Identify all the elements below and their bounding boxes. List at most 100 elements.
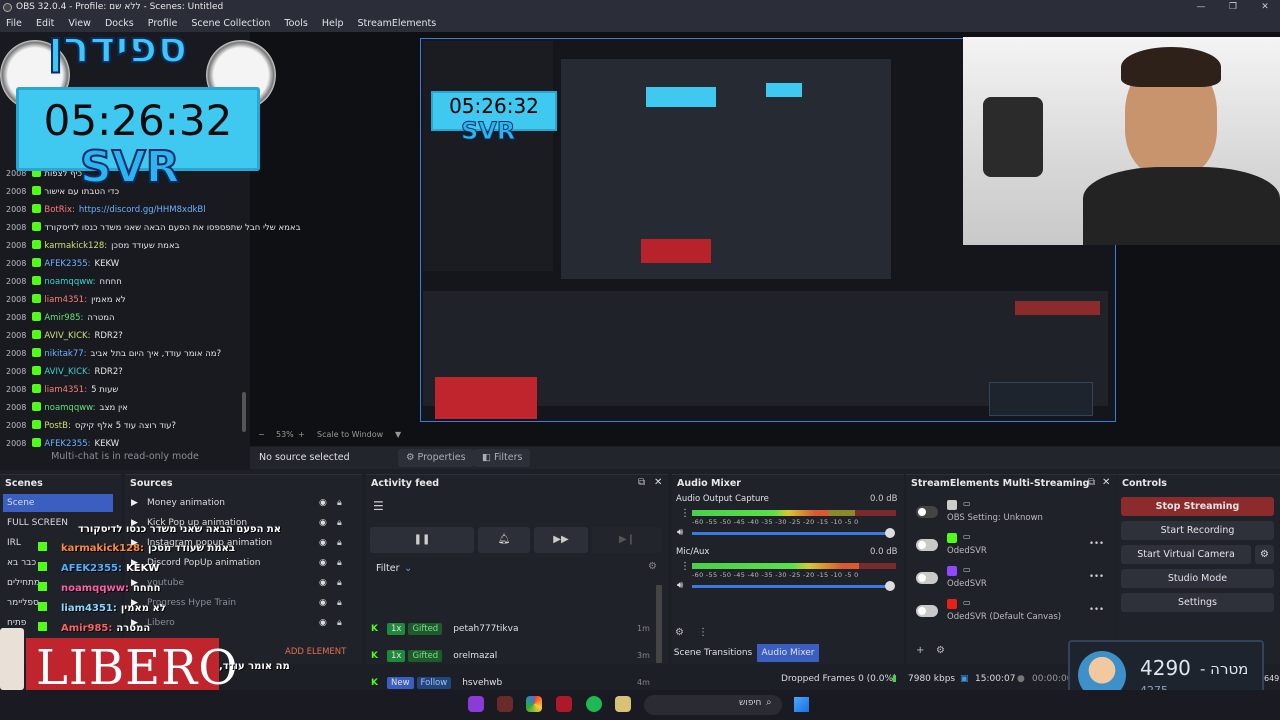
visibility-eye-icon[interactable]: ◉	[319, 494, 327, 512]
chat-user[interactable]: noamqqww:	[44, 403, 95, 413]
file-explorer-icon[interactable]	[615, 696, 631, 712]
mixer-more-icon[interactable]: ⋮	[698, 627, 708, 638]
chat-user[interactable]: liam4351:	[44, 385, 87, 395]
skip-button[interactable]: ▶▶	[534, 527, 588, 553]
filter-label[interactable]: Filter	[376, 563, 400, 574]
visibility-eye-icon[interactable]: ◉	[319, 574, 327, 592]
source-item[interactable]: ▶ Money animation ◉ 🔒︎	[131, 494, 359, 512]
destination-menu-icon[interactable]: •••	[1089, 572, 1104, 582]
activity-close-icon[interactable]: ✕	[654, 477, 662, 488]
close-button[interactable]: ✕	[1250, 0, 1280, 15]
windows-start-icon[interactable]	[794, 697, 809, 712]
menu-icon[interactable]: ☰	[373, 499, 384, 513]
add-element-button[interactable]: ADD ELEMENT	[285, 647, 346, 657]
tab-audio-mixer[interactable]: Audio Mixer	[757, 644, 819, 662]
menu-help[interactable]: Help	[322, 18, 344, 29]
multistream-float-icon[interactable]: ⧉	[1088, 477, 1095, 488]
start-recording-button[interactable]: Start Recording	[1121, 521, 1274, 540]
visibility-eye-icon[interactable]: ◉	[319, 534, 327, 552]
start-virtual-camera-button[interactable]: Start Virtual Camera	[1121, 545, 1251, 564]
chat-user[interactable]: AVIV_KICK:	[44, 367, 90, 377]
chat-user[interactable]: liam4351:	[44, 295, 87, 305]
mixer-track-name: Mic/Aux	[676, 547, 710, 557]
activity-scrollbar[interactable]	[656, 585, 662, 663]
lock-icon[interactable]: 🔒︎	[337, 514, 342, 532]
chrome-icon[interactable]	[526, 696, 542, 712]
multistream-settings-icon[interactable]: ⚙	[936, 645, 945, 656]
obs-taskbar-icon[interactable]	[497, 696, 513, 712]
settings-icon[interactable]: ⚙	[648, 561, 657, 572]
zoom-plus-icon[interactable]: +	[298, 428, 305, 442]
chat-user[interactable]: karmakick128:	[44, 241, 107, 251]
add-destination-icon[interactable]: +	[916, 645, 924, 656]
speaker-icon[interactable]: 🔊︎	[677, 580, 683, 591]
speaker-icon[interactable]: 🔊︎	[677, 527, 683, 538]
chat-scrollbar[interactable]	[242, 392, 246, 432]
overlay-chat-text: באמת שעודד מסכן	[148, 543, 236, 554]
volume-slider-knob[interactable]	[885, 528, 895, 538]
chat-user[interactable]: nikitak77:	[44, 349, 86, 359]
menu-scene-collection[interactable]: Scene Collection	[191, 18, 270, 29]
chat-user[interactable]: AVIV_KICK:	[44, 331, 90, 341]
stop-streaming-button[interactable]: Stop Streaming	[1121, 497, 1274, 516]
chat-user[interactable]: PostB:	[44, 421, 70, 431]
chat-user[interactable]: Amir985:	[44, 313, 83, 323]
settings-button[interactable]: Settings	[1121, 593, 1274, 612]
chat-user[interactable]: BotRix:	[44, 205, 75, 215]
filters-button[interactable]: ◧ Filters	[474, 449, 531, 467]
twitch-icon[interactable]	[468, 696, 484, 712]
lock-icon[interactable]: 🔒︎	[337, 574, 342, 592]
scene-item[interactable]: Scene	[3, 494, 113, 512]
scale-mode[interactable]: Scale to Window	[317, 428, 383, 442]
chat-user[interactable]: AFEK2355:	[44, 259, 90, 269]
multistream-close-icon[interactable]: ✕	[1102, 477, 1110, 488]
menu-streamelements[interactable]: StreamElements	[358, 18, 437, 29]
destination-toggle[interactable]	[916, 506, 938, 518]
volume-slider-knob[interactable]	[885, 581, 895, 591]
source-item[interactable]: ▶ youtube ◉ 🔒︎	[131, 574, 359, 592]
scale-dropdown-icon[interactable]: ▼	[395, 428, 401, 442]
destination-toggle[interactable]	[916, 605, 938, 617]
destination-toggle[interactable]	[916, 572, 938, 584]
skip-end-button[interactable]: ▶❙	[592, 527, 662, 553]
pause-button[interactable]: ❚❚	[370, 527, 474, 553]
lock-icon[interactable]: 🔒︎	[337, 554, 342, 572]
visibility-eye-icon[interactable]: ◉	[319, 514, 327, 532]
lock-icon[interactable]: 🔒︎	[337, 494, 342, 512]
destination-menu-icon[interactable]: •••	[1089, 605, 1104, 615]
chat-user[interactable]: noamqqww:	[44, 277, 95, 287]
kick-icon: K	[371, 624, 378, 634]
activity-row[interactable]: K 1x Gifted orelmazal 3m	[371, 643, 656, 669]
zoom-minus-icon[interactable]: −	[258, 428, 265, 442]
taskbar-search[interactable]: חיפוש ⌕	[644, 695, 782, 715]
track-menu-icon[interactable]: ⋮	[680, 508, 690, 519]
menu-file[interactable]: File	[6, 18, 22, 29]
source-item[interactable]: ▶ Libero ◉ 🔒︎	[131, 614, 359, 632]
activity-row[interactable]: K 1x Gifted petah777tikva 1m	[371, 616, 656, 642]
maximize-button[interactable]: ❐	[1218, 0, 1248, 15]
app-icon[interactable]	[556, 696, 572, 712]
tab-scene-transitions[interactable]: Scene Transitions	[672, 644, 754, 662]
spotify-icon[interactable]	[586, 696, 602, 712]
mixer-settings-icon[interactable]: ⚙	[675, 627, 684, 638]
lock-icon[interactable]: 🔒︎	[337, 594, 342, 612]
visibility-eye-icon[interactable]: ◉	[319, 614, 327, 632]
lock-icon[interactable]: 🔒︎	[337, 614, 342, 632]
destination-toggle[interactable]	[916, 539, 938, 551]
visibility-eye-icon[interactable]: ◉	[319, 554, 327, 572]
properties-button[interactable]: ⚙ Properties	[398, 449, 474, 467]
virtual-camera-settings-icon[interactable]: ⚙	[1255, 545, 1274, 564]
volume-slider[interactable]	[692, 532, 892, 535]
visibility-eye-icon[interactable]: ◉	[319, 594, 327, 612]
volume-slider[interactable]	[692, 585, 892, 588]
studio-mode-button[interactable]: Studio Mode	[1121, 569, 1274, 588]
activity-float-icon[interactable]: ⧉	[638, 477, 645, 488]
menu-tools[interactable]: Tools	[284, 18, 307, 29]
track-menu-icon[interactable]: ⋮	[680, 561, 690, 572]
minimize-button[interactable]: —	[1186, 0, 1216, 15]
destination-menu-icon[interactable]: •••	[1089, 539, 1104, 549]
source-item[interactable]: ▶ Discord PopUp animation ◉ 🔒︎	[131, 554, 359, 572]
lock-icon[interactable]: 🔒︎	[337, 534, 342, 552]
bell-icon[interactable]: 🔔︎	[478, 527, 530, 553]
filter-chevron-icon[interactable]: ⌄	[404, 563, 412, 574]
